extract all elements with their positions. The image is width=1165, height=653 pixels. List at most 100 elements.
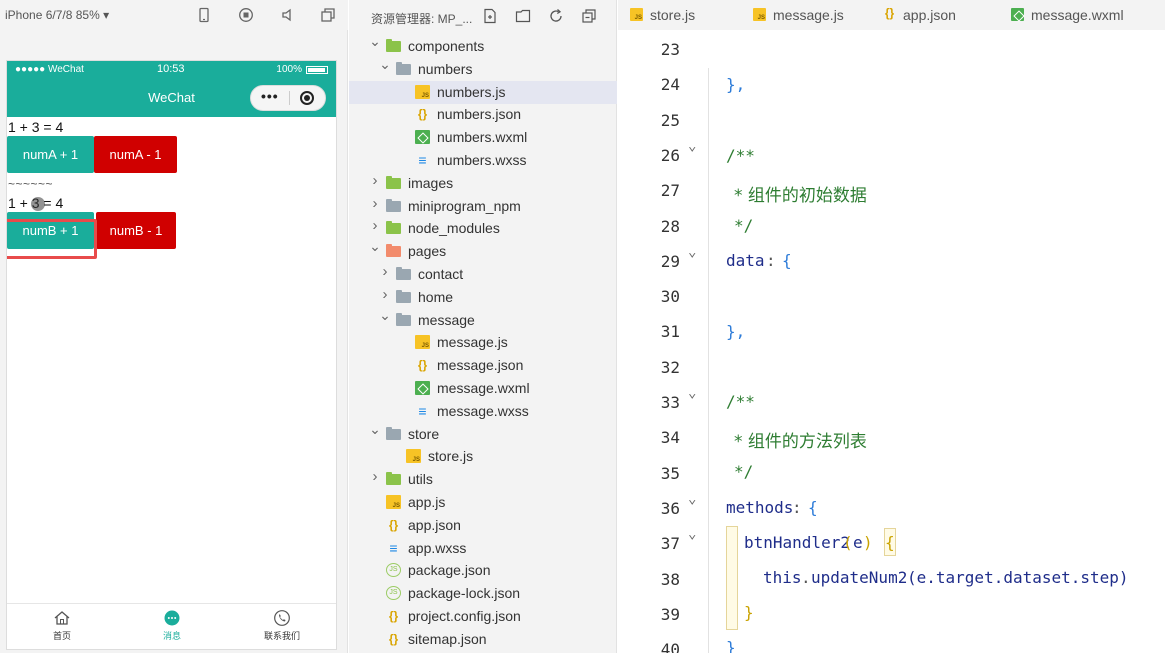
tree-item[interactable]: › miniprogram_npm	[349, 195, 617, 218]
tree-item-label: message.wxml	[437, 380, 530, 396]
refresh-icon[interactable]	[548, 8, 564, 24]
phone-icon[interactable]	[196, 7, 212, 23]
tree-item-label: package.json	[408, 562, 491, 579]
tree-item[interactable]: JS package.json	[349, 559, 617, 582]
chevron-right-icon[interactable]: ›	[379, 287, 391, 302]
tree-item[interactable]: numbers.js	[349, 80, 617, 104]
folder-icon	[386, 39, 401, 52]
tree-item[interactable]: ≡ app.wxss	[349, 537, 617, 560]
json-file-icon: {}	[417, 358, 428, 373]
tree-item[interactable]: ⌄ store	[349, 422, 617, 446]
tab-label: message.js	[773, 7, 844, 23]
tab-contact[interactable]: 联系我们	[252, 609, 312, 642]
chevron-down-icon[interactable]: ⌄	[379, 308, 391, 322]
code-line-37: btnHandler2 ( e ) {	[618, 525, 1165, 560]
tree-item[interactable]: {} sitemap.json	[349, 628, 617, 651]
tree-item-label: images	[408, 174, 454, 191]
tree-item[interactable]: message.js	[349, 331, 617, 354]
explorer-pane: 资源管理器: MP_... ⌄ components ⌄ numbers numbers…	[349, 0, 617, 653]
tree-item[interactable]: {} app.json	[349, 514, 617, 537]
status-time: 10:53	[157, 63, 185, 75]
tree-item-label: numbers.json	[437, 106, 522, 123]
status-battery: 100%	[276, 64, 302, 75]
folder-icon	[386, 472, 401, 486]
close-mini-program-icon[interactable]	[300, 91, 314, 105]
tab-message[interactable]: 消息	[142, 609, 202, 642]
tree-item-label: project.config.json	[408, 608, 521, 624]
code-arguments: (e.target.dataset.step)	[907, 568, 1129, 587]
new-file-icon[interactable]	[482, 8, 498, 24]
device-selector[interactable]: iPhone 6/7/8 85% ▾	[5, 8, 109, 22]
chevron-down-icon[interactable]: ⌄	[379, 57, 391, 71]
volume-icon[interactable]	[280, 7, 296, 23]
detach-window-icon[interactable]	[320, 7, 336, 23]
tree-item[interactable]: numbers.wxml	[349, 126, 617, 149]
message-icon	[164, 610, 180, 626]
tree-item[interactable]: ⌄ numbers	[349, 57, 617, 81]
line-number: 25	[660, 110, 680, 130]
chevron-right-icon[interactable]: ›	[369, 469, 381, 484]
tree-item[interactable]: {} project.config.json	[349, 605, 617, 628]
tree-item-label: store	[408, 425, 440, 442]
tab-home[interactable]: 首页	[32, 609, 92, 642]
folder-icon	[386, 426, 401, 440]
more-icon[interactable]: •••	[261, 88, 279, 104]
code-line-39: }	[618, 595, 1165, 630]
chevron-down-icon[interactable]: ⌄	[369, 239, 381, 253]
tree-item[interactable]: {} numbers.json	[349, 103, 617, 126]
line-gutter-row: 30	[618, 279, 1165, 314]
code-line-28: */	[618, 208, 1165, 243]
json-file-icon: {}	[388, 631, 399, 646]
line-gutter-row: 32	[618, 350, 1165, 385]
chevron-down-icon[interactable]: ⌄	[369, 34, 381, 48]
folder-icon	[396, 267, 411, 280]
tree-item[interactable]: {} message.json	[349, 354, 617, 377]
tree-item[interactable]: ⌄ components	[349, 34, 617, 58]
tab-label: app.json	[903, 7, 956, 23]
wxml-file-icon	[415, 130, 430, 145]
separator-text: ~~~~~~	[8, 177, 54, 191]
tree-item[interactable]: store.js	[349, 445, 617, 468]
new-folder-icon[interactable]	[515, 8, 531, 24]
tree-item[interactable]: app.js	[349, 491, 617, 514]
code-line-27: * 组件的初始数据	[618, 173, 1165, 208]
tree-item[interactable]: › home	[349, 286, 617, 309]
tree-item-label: numbers.js	[437, 83, 506, 100]
status-carrier: ●●●●● WeChat	[15, 64, 84, 75]
chevron-right-icon[interactable]: ›	[369, 173, 381, 188]
tree-item-label: contact	[418, 266, 464, 282]
code-comment: * 组件的方法列表	[734, 432, 867, 452]
json-file-icon: {}	[388, 517, 399, 532]
collapse-all-icon[interactable]	[581, 8, 597, 24]
menu-capsule[interactable]: •••	[250, 85, 326, 111]
tree-item[interactable]: › utils	[349, 468, 617, 491]
tree-item[interactable]: › contact	[349, 263, 617, 286]
folder-icon	[386, 221, 401, 235]
tree-item[interactable]: ≡ numbers.wxss	[349, 149, 617, 172]
tree-item-label: package-lock.json	[408, 585, 521, 602]
js-file-icon	[415, 84, 430, 99]
tree-item[interactable]: › node_modules	[349, 217, 617, 240]
chevron-right-icon[interactable]: ›	[379, 264, 391, 279]
tree-item[interactable]: message.wxml	[349, 377, 617, 400]
js-file-icon	[386, 495, 401, 509]
chevron-right-icon[interactable]: ›	[369, 218, 381, 233]
tree-item[interactable]: › images	[349, 172, 617, 195]
chevron-right-icon[interactable]: ›	[369, 196, 381, 211]
tree-item[interactable]: ≡ message.wxss	[349, 400, 617, 423]
code-line-40: }	[618, 630, 1165, 653]
numB-minus-button[interactable]: numB - 1	[96, 212, 176, 249]
code-paren: (	[843, 533, 853, 552]
numA-plus-button[interactable]: numA + 1	[7, 136, 94, 173]
chevron-down-icon[interactable]: ⌄	[369, 422, 381, 436]
stop-icon[interactable]	[238, 7, 254, 23]
numA-minus-button[interactable]: numA - 1	[94, 136, 177, 173]
tree-item[interactable]: JS package-lock.json	[349, 582, 617, 605]
tree-item[interactable]: ⌄ pages	[349, 239, 617, 263]
tree-item[interactable]: ⌄ message	[349, 308, 617, 332]
line-number: 30	[660, 287, 680, 307]
wxss-file-icon: ≡	[389, 539, 398, 556]
tree-item-label: sitemap.json	[408, 630, 487, 647]
code-line-36: methods : {	[618, 490, 1165, 525]
code-brace: }	[726, 638, 736, 653]
